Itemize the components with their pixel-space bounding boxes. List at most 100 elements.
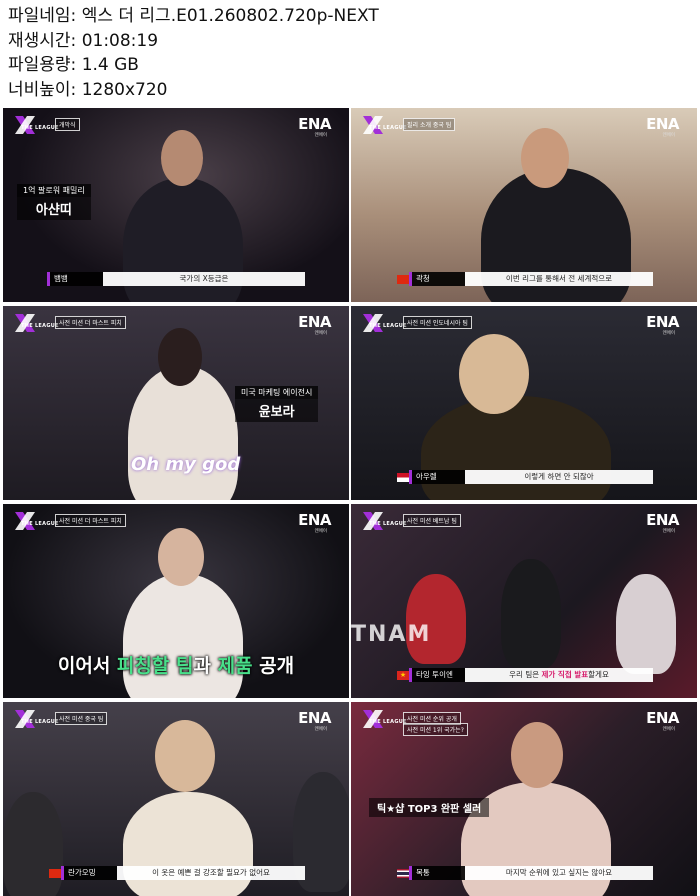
- channel-logo: ENA: [298, 709, 331, 727]
- name-card-name: 틱★샵 TOP3 완판 셀러: [369, 798, 490, 817]
- subtitle-part: 우리 팀은: [509, 670, 542, 679]
- segment-tag: 사전 미션 중국 팀: [55, 712, 108, 725]
- subtitle-text: 이번 리그를 통해서 전 세계적으로: [465, 272, 653, 286]
- channel-sub: 엔에이: [662, 133, 675, 138]
- caption-part: 이어서: [57, 655, 117, 677]
- subtitle-text: 마지막 순위에 있고 싶지는 않아요: [465, 866, 653, 880]
- show-logo-text: THE LEAGUE: [369, 521, 407, 527]
- thumbnail-4: THE LEAGUE 사전 미션 인도네시아 팀 ENA 엔에이 아우렐 이렇게…: [351, 306, 697, 500]
- subtitle-speaker: 아우렐: [409, 470, 465, 484]
- person-figure: [421, 396, 611, 500]
- name-card-title: 미국 마케팅 에이전시: [235, 386, 319, 399]
- segment-tag: 사전 미션 인도네시아 팀: [403, 316, 472, 329]
- person-figure: [128, 366, 238, 500]
- channel-logo: ENA: [298, 511, 331, 529]
- person-head: [158, 328, 202, 386]
- person-head: [521, 128, 569, 188]
- subtitle-bar: ★ 타잉 투이엔 우리 팀은 제가 직접 발표할게요: [395, 668, 653, 682]
- hijab: [459, 334, 529, 414]
- person-head: [158, 528, 204, 586]
- show-logo-text: THE LEAGUE: [369, 719, 407, 725]
- subtitle-speaker: 란가오밍: [61, 866, 117, 880]
- show-logo-text: THE LEAGUE: [369, 125, 407, 131]
- subtitle-bar: 목통 마지막 순위에 있고 싶지는 않아요: [395, 866, 653, 880]
- person-figure: [3, 792, 63, 896]
- subtitle-part: 할게요: [588, 670, 609, 679]
- person-figure: [123, 792, 253, 896]
- segment-tag: 사전 미션 더 마스트 피치: [55, 514, 126, 527]
- person-figure: [501, 559, 561, 669]
- thumbnail-7: THE LEAGUE 사전 미션 중국 팀 ENA 엔에이 란가오밍 이 옷은 …: [3, 702, 349, 896]
- person-figure: [406, 574, 466, 664]
- thumbnail-8: THE LEAGUE 사전 미션 순위 공개 사전 미션 1위 국가는? ENA…: [351, 702, 697, 896]
- script-caption: Oh my god: [131, 454, 241, 475]
- thumbnail-5: THE LEAGUE 사전 미션 더 마스트 피치 ENA 엔에이 이어서 피칭…: [3, 504, 349, 698]
- channel-logo: ENA: [298, 115, 331, 133]
- show-logo-text: THE LEAGUE: [21, 521, 59, 527]
- subtitle-bar: 아우렐 이렇게 하면 안 되잖아: [395, 470, 653, 484]
- subtitle-speaker: 목통: [409, 866, 465, 880]
- show-logo-text: THE LEAGUE: [369, 323, 407, 329]
- name-card: 미국 마케팅 에이전시 윤보라: [235, 386, 319, 422]
- stage-text: TNAM: [351, 622, 432, 647]
- thailand-flag-icon: [397, 868, 409, 878]
- person-head: [155, 720, 215, 792]
- thumbnail-6: TNAM THE LEAGUE 사전 미션 베트남 팀 ENA 엔에이 ★ 타잉…: [351, 504, 697, 698]
- subtitle-speaker: 뱀뱀: [47, 272, 103, 286]
- thumbnail-1: THE LEAGUE 개막식 ENA 엔에이 1억 팔로워 패밀리 아샨띠 뱀뱀…: [3, 108, 349, 302]
- subtitle-bar: 란가오밍 이 옷은 예쁜 걸 강조할 필요가 없어요: [47, 866, 305, 880]
- china-flag-icon: [49, 868, 61, 878]
- name-card-name: 아샨띠: [17, 197, 91, 220]
- channel-sub: 엔에이: [314, 727, 327, 732]
- channel-logo: ENA: [646, 511, 679, 529]
- thumbnail-2: THE LEAGUE 필리 소개 중국 팀 ENA 엔에이 곽청 이번 리그를 …: [351, 108, 697, 302]
- subtitle-text: 우리 팀은 제가 직접 발표할게요: [465, 668, 653, 682]
- show-logo-text: THE LEAGUE: [21, 125, 59, 131]
- channel-logo: ENA: [646, 313, 679, 331]
- channel-sub: 엔에이: [662, 331, 675, 336]
- name-card-title: 1억 팔로워 패밀리: [17, 184, 91, 197]
- subtitle-bar: 뱀뱀 국가의 X등급은: [47, 272, 305, 286]
- show-logo-text: THE LEAGUE: [21, 323, 59, 329]
- indonesia-flag-icon: [397, 472, 409, 482]
- name-card: 1억 팔로워 패밀리 아샨띠: [17, 184, 91, 220]
- caption-part: 공개: [252, 655, 295, 677]
- person-figure: [123, 574, 243, 698]
- big-caption: 이어서 피칭할 팀과 제품 공개: [3, 651, 349, 678]
- runtime-line: 재생시간: 01:08:19: [8, 30, 159, 51]
- subtitle-text: 국가의 X등급은: [103, 272, 305, 286]
- segment-tag: 개막식: [55, 118, 80, 131]
- person-head: [511, 722, 563, 788]
- channel-sub: 엔에이: [662, 727, 675, 732]
- caption-highlight: 피칭할 팀: [116, 655, 194, 677]
- file-info: 파일네임: 엑스 더 리그.E01.260802.720p-NEXT 재생시간:…: [8, 4, 379, 102]
- caption-part: 과: [193, 655, 218, 677]
- show-logo-text: THE LEAGUE: [21, 719, 59, 725]
- segment-tag-sub: 사전 미션 1위 국가는?: [403, 723, 468, 736]
- name-card-name: 윤보라: [235, 399, 319, 422]
- channel-logo: ENA: [646, 115, 679, 133]
- subtitle-text: 이 옷은 예쁜 걸 강조할 필요가 없어요: [117, 866, 305, 880]
- subtitle-speaker: 곽청: [409, 272, 465, 286]
- china-flag-icon: [397, 274, 409, 284]
- person-head: [161, 130, 203, 186]
- segment-tag: 필리 소개 중국 팀: [403, 118, 456, 131]
- caption-highlight: 제품: [217, 655, 253, 677]
- channel-logo: ENA: [646, 709, 679, 727]
- channel-sub: 엔에이: [662, 529, 675, 534]
- name-card: 틱★샵 TOP3 완판 셀러: [369, 798, 490, 817]
- channel-sub: 엔에이: [314, 133, 327, 138]
- subtitle-speaker: 타잉 투이엔: [409, 668, 465, 682]
- segment-tag: 사전 미션 더 마스트 피치: [55, 316, 126, 329]
- filesize-line: 파일용량: 1.4 GB: [8, 55, 139, 75]
- resolution-line: 너비높이: 1280x720: [8, 79, 168, 100]
- person-figure: [616, 574, 676, 674]
- subtitle-highlight: 제가 직접 발표: [541, 670, 589, 679]
- thumbnail-3: THE LEAGUE 사전 미션 더 마스트 피치 ENA 엔에이 미국 마케팅…: [3, 306, 349, 500]
- channel-sub: 엔에이: [314, 529, 327, 534]
- channel-sub: 엔에이: [314, 331, 327, 336]
- segment-tag: 사전 미션 베트남 팀: [403, 514, 461, 527]
- channel-logo: ENA: [298, 313, 331, 331]
- filename-line: 파일네임: 엑스 더 리그.E01.260802.720p-NEXT: [8, 6, 379, 26]
- vietnam-flag-icon: ★: [397, 670, 409, 680]
